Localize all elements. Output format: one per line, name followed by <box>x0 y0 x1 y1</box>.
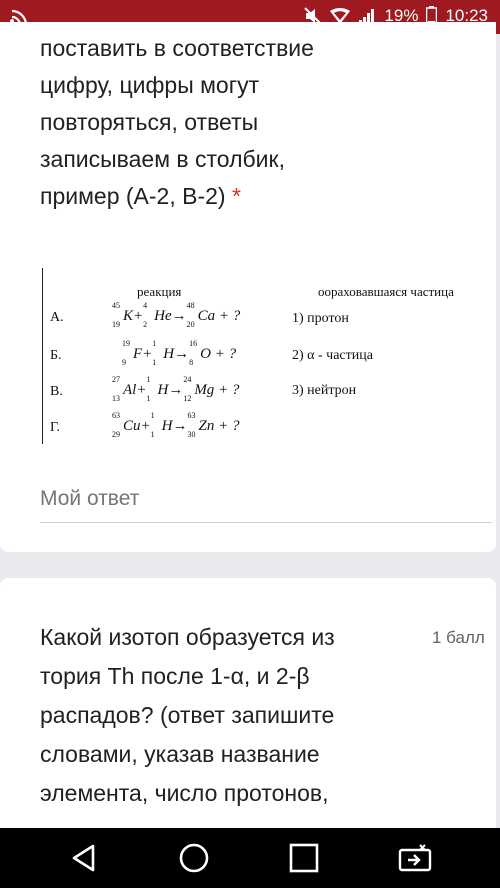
question-card-2: Какой изотоп образуется из тория Th посл… <box>0 578 496 838</box>
points-label: 1 балл <box>432 628 485 647</box>
question-2-line: Какой изотоп образуется из <box>40 624 335 650</box>
navigation-bar <box>0 828 500 888</box>
home-icon[interactable] <box>178 842 210 879</box>
particle-option: 2) α - частица <box>292 348 373 363</box>
recents-icon[interactable] <box>288 842 320 879</box>
row-letter: А. <box>50 310 64 325</box>
question-2-line: словами, указав название <box>40 741 320 767</box>
header-reaction: реакция <box>137 284 182 299</box>
question-card-1: поставить в соответствие цифру, цифры мо… <box>0 22 496 552</box>
answer-input[interactable]: Мой ответ <box>40 487 139 511</box>
question-1-text: поставить в соответствие цифру, цифры мо… <box>40 30 460 215</box>
screen-share-icon[interactable] <box>398 842 432 879</box>
reaction-formula: 45 19 K+ 4 2 He→ 48 20 Ca + ? <box>112 301 241 329</box>
question-1-line: повторяться, ответы <box>40 109 259 135</box>
header-particle: оораховавшаяся частица <box>318 284 454 299</box>
row-letter: В. <box>50 384 63 399</box>
question-1-line: записываем в столбик, <box>40 146 285 172</box>
reaction-table-image: реакция оораховавшаяся частица А. 45 19 K+… <box>40 262 492 444</box>
question-2-line: тория Th после 1-α, и 2-β <box>40 663 310 689</box>
question-1-line: цифру, цифры могут <box>40 72 260 98</box>
question-1-line: поставить в соответствие <box>40 35 314 61</box>
reaction-formula: 19 9 F+ 1 1 H→ 16 8 O + ? <box>122 339 237 367</box>
question-2-line: распадов? (ответ запишите <box>40 702 335 728</box>
question-2-line: элемента, число протонов, <box>40 780 329 806</box>
row-letter: Б. <box>50 348 62 363</box>
table-left-border <box>42 268 43 444</box>
answer-underline <box>40 522 492 523</box>
question-2-text: Какой изотоп образуется из тория Th посл… <box>40 618 400 813</box>
particle-option: 1) протон <box>292 311 349 326</box>
back-icon[interactable] <box>68 842 100 879</box>
particle-option: 3) нейтрон <box>292 383 357 398</box>
question-1-line: пример (А-2, В-2) <box>40 183 226 209</box>
row-letter: Г. <box>50 420 61 435</box>
reaction-formula: 27 13 Al+ 1 1 H→ 24 12 Mg + ? <box>112 375 240 403</box>
reaction-formula: 63 29 Cu+ 1 1 H→ 63 30 Zn + ? <box>112 411 240 439</box>
required-mark: * <box>231 183 241 209</box>
